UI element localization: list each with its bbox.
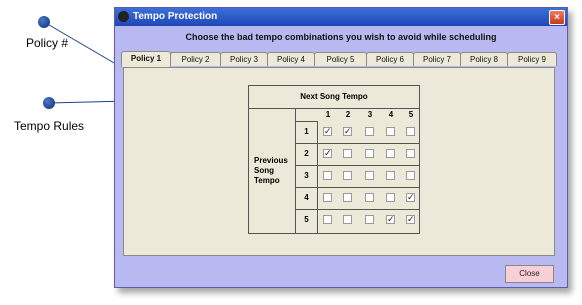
column-header: 5	[408, 110, 414, 119]
tempo-checkbox[interactable]	[406, 127, 415, 136]
tempo-protection-window: Tempo Protection × Choose the bad tempo …	[114, 7, 568, 288]
tempo-checkbox[interactable]: ✓	[343, 127, 352, 136]
rules-callout-label: Tempo Rules	[14, 119, 85, 133]
policy-callout-label: Policy #	[26, 36, 69, 50]
close-icon[interactable]: ×	[549, 10, 565, 25]
tab-policy-1[interactable]: Policy 1	[121, 51, 171, 67]
tempo-checkbox[interactable]	[386, 171, 395, 180]
row-divider	[296, 143, 419, 144]
check-mark-icon: ✓	[407, 192, 415, 202]
row-header: 4	[296, 187, 318, 209]
policy-callout-dot-icon	[38, 16, 50, 28]
window-titlebar: Tempo Protection ×	[115, 8, 567, 26]
check-mark-icon: ✓	[324, 148, 332, 158]
window-title: Tempo Protection	[133, 11, 218, 22]
column-header: 3	[367, 110, 373, 119]
tab-policy-9[interactable]: Policy 9	[507, 52, 557, 66]
tempo-checkbox[interactable]	[406, 149, 415, 158]
tempo-checkbox[interactable]: ✓	[323, 149, 332, 158]
tempo-checkbox[interactable]: ✓	[406, 215, 415, 224]
tempo-checkbox[interactable]	[343, 149, 352, 158]
check-mark-icon: ✓	[324, 126, 332, 136]
next-song-tempo-header: Next Song Tempo	[249, 86, 419, 109]
tempo-checkbox[interactable]: ✓	[406, 193, 415, 202]
tempo-checkbox[interactable]	[406, 171, 415, 180]
tempo-checkbox[interactable]	[365, 149, 374, 158]
tempo-checkbox[interactable]	[343, 171, 352, 180]
row-divider	[296, 187, 419, 188]
tab-policy-4[interactable]: Policy 4	[267, 52, 315, 66]
tempo-checkbox[interactable]: ✓	[386, 215, 395, 224]
instruction-heading: Choose the bad tempo combinations you wi…	[185, 32, 497, 42]
tempo-checkbox[interactable]	[386, 127, 395, 136]
tempo-checkbox[interactable]	[343, 215, 352, 224]
policy-panel: Next Song Tempo Previous Song Tempo 1234…	[123, 67, 555, 256]
policy-tabs: Policy 1 Policy 2 Policy 3 Policy 4 Policy 5…	[121, 51, 557, 67]
tempo-checkbox[interactable]	[343, 193, 352, 202]
tempo-checkbox[interactable]	[323, 171, 332, 180]
tempo-checkbox[interactable]	[323, 193, 332, 202]
prev-label-line: Previous	[254, 155, 288, 165]
check-mark-icon: ✓	[344, 126, 352, 136]
tempo-checkbox[interactable]	[365, 127, 374, 136]
check-mark-icon: ✓	[387, 214, 395, 224]
check-mark-icon: ✓	[407, 214, 415, 224]
tab-policy-3[interactable]: Policy 3	[220, 52, 268, 66]
tempo-checkbox[interactable]	[365, 215, 374, 224]
column-header: 4	[388, 110, 394, 119]
prev-label-line: Tempo	[254, 175, 280, 185]
tempo-checkbox[interactable]	[365, 171, 374, 180]
row-header: 1	[296, 121, 318, 143]
previous-song-tempo-header: Previous Song Tempo	[249, 108, 296, 233]
tempo-checkbox[interactable]	[386, 193, 395, 202]
tempo-checkbox[interactable]	[386, 149, 395, 158]
row-header: 2	[296, 143, 318, 165]
tempo-checkbox[interactable]	[365, 193, 374, 202]
tempo-checkbox[interactable]: ✓	[323, 127, 332, 136]
close-button[interactable]: Close	[505, 265, 554, 283]
tab-policy-8[interactable]: Policy 8	[460, 52, 508, 66]
tab-policy-5[interactable]: Policy 5	[314, 52, 367, 66]
tab-policy-6[interactable]: Policy 6	[366, 52, 414, 66]
row-divider	[296, 209, 419, 210]
tempo-checkbox[interactable]	[323, 215, 332, 224]
row-divider	[296, 165, 419, 166]
tab-policy-7[interactable]: Policy 7	[413, 52, 461, 66]
row-header: 3	[296, 165, 318, 187]
tab-policy-2[interactable]: Policy 2	[170, 52, 221, 66]
app-icon	[118, 11, 129, 22]
row-header: 5	[296, 209, 318, 231]
column-header: 1	[325, 110, 331, 119]
column-header: 2	[345, 110, 351, 119]
prev-label-line: Song	[254, 165, 274, 175]
rules-callout-dot-icon	[43, 97, 55, 109]
tempo-rules-grid: Next Song Tempo Previous Song Tempo 1234…	[248, 85, 420, 234]
